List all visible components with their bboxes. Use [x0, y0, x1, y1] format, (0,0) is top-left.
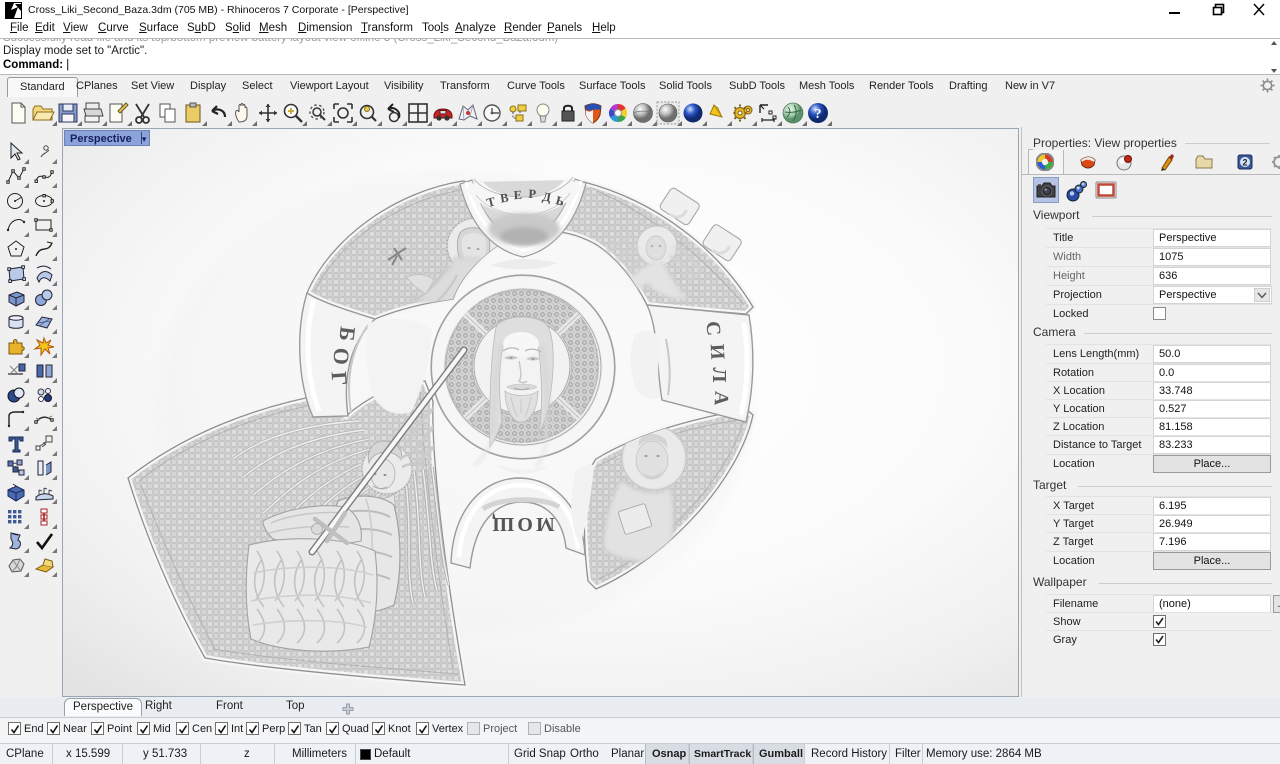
svg-text:2: 2 — [1242, 158, 1247, 168]
svg-text:?: ? — [815, 107, 822, 122]
svg-text:Р: Р — [528, 187, 537, 201]
svg-text:Е: Е — [513, 188, 522, 202]
svg-text:О: О — [329, 347, 355, 365]
svg-text:С: С — [701, 320, 724, 337]
svg-text:А: А — [710, 391, 733, 407]
svg-text:Л: Л — [708, 368, 730, 383]
svg-text:Б: Б — [334, 325, 361, 342]
svg-text:МОЩ: МОЩ — [489, 513, 554, 535]
svg-text:Г: Г — [327, 371, 353, 387]
svg-text:И: И — [706, 343, 729, 360]
